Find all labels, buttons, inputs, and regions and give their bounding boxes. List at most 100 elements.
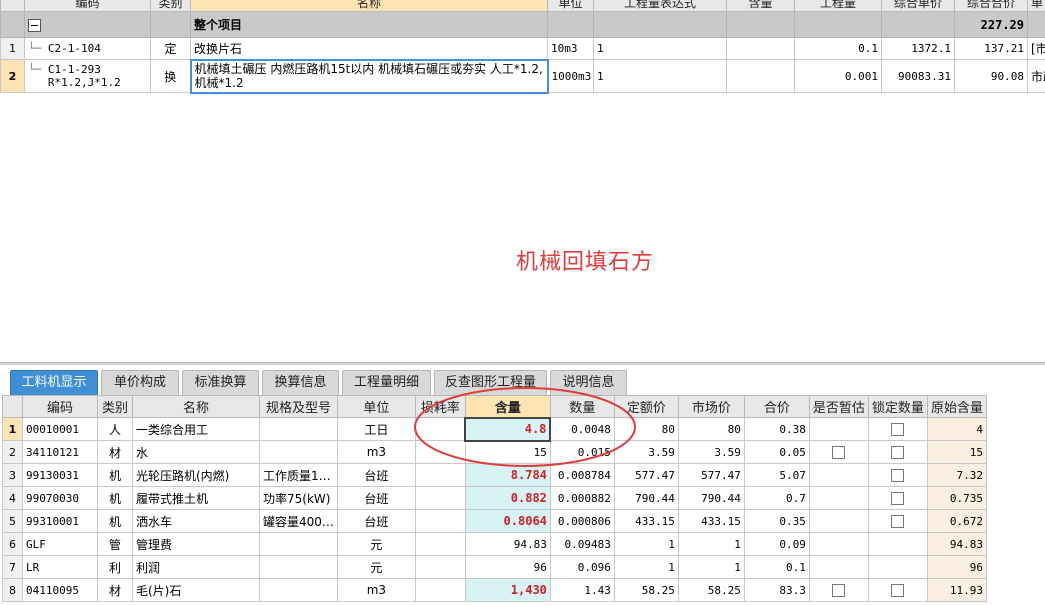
resource-loss-rate[interactable] [414, 486, 466, 510]
resource-content[interactable]: 1,430 [464, 578, 551, 602]
resource-original-content[interactable]: 94.83 [926, 532, 987, 556]
table-row[interactable]: 1 └─ C2-1-104 定 改换片石 10m3 1 0.1 1372.1 1… [0, 37, 1045, 60]
resource-lock-quantity[interactable] [867, 486, 928, 510]
table-row-selected[interactable]: 2 └─ C1-1-293 R*1.2,J*1.2 换 机械填土碾压 内燃压路机1… [0, 58, 1045, 94]
table-row[interactable]: 7 LR 利利润元 96 0.096 1 1 0.1 96 [2, 555, 987, 579]
col-header-loss-rate[interactable]: 损耗率 [414, 395, 466, 418]
resource-unit[interactable]: 台班 [336, 463, 416, 487]
tab-quantity-details[interactable]: 工程量明细 [342, 370, 431, 395]
col-header-total[interactable]: 综合合价 [954, 0, 1028, 12]
resource-amount[interactable]: 1.43 [549, 578, 615, 602]
resource-quota-price[interactable]: 1 [613, 555, 679, 579]
resource-spec[interactable]: 工作质量1… [259, 463, 338, 487]
resource-spec[interactable] [259, 578, 338, 602]
resource-provisional[interactable] [808, 417, 869, 441]
resource-provisional[interactable] [808, 509, 869, 533]
col-header-code[interactable]: 编码 [22, 395, 98, 418]
item-expression[interactable]: 1 [593, 37, 727, 60]
table-row[interactable]: 6 GLF 管管理费元 94.83 0.09483 1 1 0.09 94.83 [2, 532, 987, 556]
resource-category[interactable]: 管 [97, 532, 133, 556]
resource-original-content[interactable]: 11.93 [926, 578, 987, 602]
resource-category[interactable]: 材 [97, 440, 133, 464]
resource-spec[interactable] [259, 532, 338, 556]
table-row-selected[interactable]: 1 00010001 人一类综合用工 工日 4.8 0.0048 80 80 0.38 4 [2, 416, 987, 442]
resource-quota-price[interactable]: 80 [613, 417, 679, 441]
lock-quantity-checkbox[interactable] [891, 469, 905, 482]
resource-quota-price[interactable]: 790.44 [613, 486, 679, 510]
item-code[interactable]: └─ C2-1-104 [24, 37, 151, 60]
col-header-category[interactable]: 类别 [150, 0, 191, 12]
resource-provisional[interactable] [808, 532, 869, 556]
resource-amount[interactable]: 0.015 [549, 440, 615, 464]
col-header-total[interactable]: 合价 [743, 395, 810, 418]
resource-loss-rate[interactable] [414, 463, 466, 487]
group-row[interactable]: 整个项目 227.29 [0, 11, 1045, 38]
resource-unit[interactable]: 台班 [336, 486, 416, 510]
resource-loss-rate[interactable] [414, 532, 466, 556]
item-category[interactable]: 定 [150, 37, 191, 60]
item-total[interactable]: 90.08 [954, 59, 1028, 93]
tab-description[interactable]: 说明信息 [550, 370, 627, 395]
resource-loss-rate[interactable] [414, 578, 466, 602]
col-header-lock-quantity[interactable]: 锁定数量 [867, 395, 928, 418]
col-header-expression[interactable]: 工程量表达式 [593, 0, 727, 12]
col-header-unit[interactable]: 单位 [547, 0, 594, 12]
resource-total[interactable]: 83.3 [743, 578, 810, 602]
lock-quantity-checkbox[interactable] [891, 515, 905, 528]
resource-amount[interactable]: 0.000882 [549, 486, 615, 510]
row-number[interactable]: 2 [2, 440, 23, 464]
resource-lock-quantity[interactable] [867, 509, 928, 533]
col-header-name[interactable]: 名称 [190, 0, 548, 12]
resource-code[interactable]: 04110095 [22, 578, 98, 602]
col-header-unit-price[interactable]: 综合单价 [881, 0, 955, 12]
resource-quota-price[interactable]: 1 [613, 532, 679, 556]
resource-lock-quantity[interactable] [867, 463, 928, 487]
resource-content[interactable]: 8.784 [464, 463, 551, 487]
resource-name[interactable]: 利润 [132, 555, 260, 579]
lock-quantity-checkbox[interactable] [891, 492, 905, 505]
row-number[interactable]: 6 [2, 532, 23, 556]
resource-unit[interactable]: m3 [336, 578, 416, 602]
resource-market-price[interactable]: 1 [677, 532, 745, 556]
resource-name[interactable]: 洒水车 [132, 509, 260, 533]
resource-code[interactable]: LR [22, 555, 98, 579]
resource-unit[interactable]: m3 [336, 440, 416, 464]
resource-content[interactable]: 4.8 [464, 416, 552, 442]
col-header-provisional[interactable]: 是否暂估 [808, 395, 869, 418]
resource-name[interactable]: 水 [132, 440, 260, 464]
resource-original-content[interactable]: 0.735 [926, 486, 987, 510]
resource-amount[interactable]: 0.09483 [549, 532, 615, 556]
resource-original-content[interactable]: 7.32 [926, 463, 987, 487]
tab-labor-material-machine[interactable]: 工料机显示 [10, 370, 98, 395]
table-row[interactable]: 2 34110121 材水 m3 15 0.015 3.59 3.59 0.05 15 [2, 440, 987, 464]
resource-spec[interactable]: 罐容量400… [259, 509, 338, 533]
table-row[interactable]: 5 99310001 机洒水车 罐容量400… 台班 0.8064 0.000806 433.… [2, 509, 987, 533]
item-name-editing[interactable]: 机械填土碾压 内燃压路机15t以内 机械填石碾压或夯实 人工*1.2,机械*1.… [189, 58, 549, 94]
resource-lock-quantity[interactable] [867, 532, 928, 556]
col-header-unit[interactable]: 单位 [336, 395, 416, 418]
row-number[interactable]: 3 [2, 463, 23, 487]
col-header-name[interactable]: 名称 [132, 395, 260, 418]
row-number[interactable]: 7 [2, 555, 23, 579]
resource-provisional[interactable] [808, 440, 869, 464]
pane-splitter[interactable] [0, 362, 1045, 365]
resource-total[interactable]: 0.38 [743, 417, 810, 441]
item-unit[interactable]: 10m3 [547, 37, 594, 60]
tab-unit-price-composition[interactable]: 单价构成 [101, 370, 179, 395]
resource-name[interactable]: 一类综合用工 [132, 417, 260, 441]
resource-content[interactable]: 96 [464, 555, 551, 579]
resource-market-price[interactable]: 433.15 [677, 509, 745, 533]
collapse-icon[interactable] [28, 18, 41, 32]
tab-conversion-info[interactable]: 换算信息 [262, 370, 339, 395]
item-unit-price[interactable]: 90083.31 [881, 59, 955, 93]
resource-original-content[interactable]: 96 [926, 555, 987, 579]
resource-content[interactable]: 15 [464, 440, 551, 464]
col-header-market-price[interactable]: 市场价 [677, 395, 745, 418]
resource-code[interactable]: 99310001 [22, 509, 98, 533]
resource-content[interactable]: 0.882 [464, 486, 551, 510]
resource-category[interactable]: 利 [97, 555, 133, 579]
item-quantity[interactable]: 0.1 [794, 37, 882, 60]
resource-lock-quantity[interactable] [867, 578, 928, 602]
resource-spec[interactable]: 功率75(kW) [259, 486, 338, 510]
row-number[interactable]: 1 [2, 417, 23, 441]
